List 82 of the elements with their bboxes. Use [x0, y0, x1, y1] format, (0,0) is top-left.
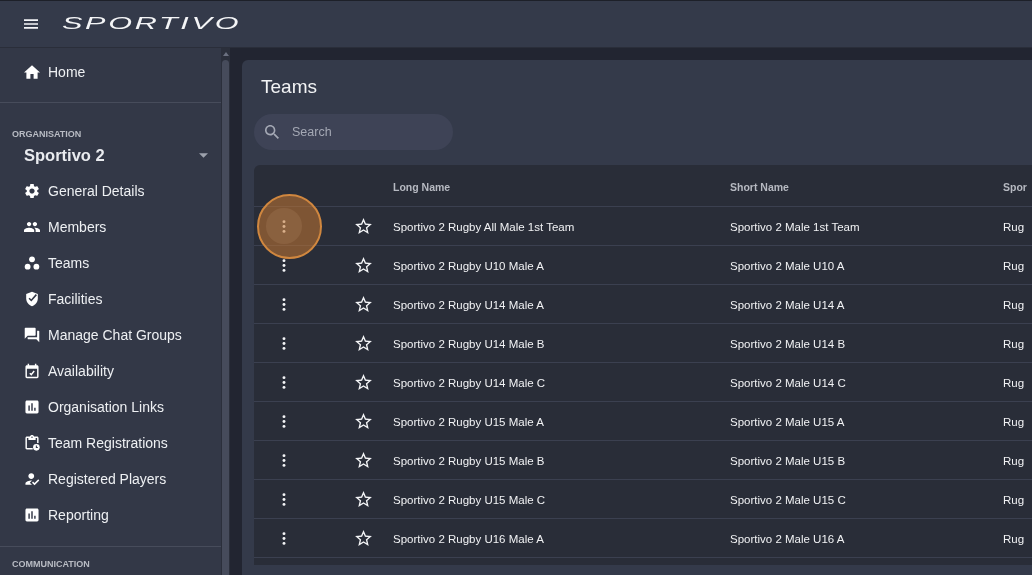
sidebar-item[interactable]: Members: [0, 209, 221, 245]
page-title: Teams: [261, 76, 317, 98]
star-icon[interactable]: [355, 374, 372, 390]
table-cell: Rug: [1003, 260, 1025, 272]
sidebar-item[interactable]: General Details: [0, 173, 221, 209]
gear-icon: [24, 183, 40, 199]
table-cell: Sportivo 2 Male U16 A: [730, 533, 845, 545]
table-cell: Sportivo 2 Male U15 B: [730, 455, 846, 467]
sidebar-item[interactable]: Team Registrations: [0, 425, 221, 461]
scrollbar-thumb[interactable]: [222, 60, 229, 575]
table-cell: Rug: [1003, 377, 1025, 389]
vertical-dots-icon: [282, 453, 286, 467]
vertical-dots-icon: [282, 336, 286, 350]
vertical-dots-icon: [282, 375, 286, 389]
star-icon[interactable]: [355, 296, 372, 312]
shield-check-icon: [24, 291, 40, 307]
section-label: ORGANISATION: [12, 129, 82, 139]
three-circles-icon: [24, 255, 40, 271]
table-cell: Rug: [1003, 416, 1025, 428]
vertical-dots-icon: [282, 531, 286, 545]
sidebar-item[interactable]: Teams: [0, 245, 221, 281]
sidebar-item[interactable]: Availability: [0, 353, 221, 389]
organisation-dropdown[interactable]: Sportivo 2: [24, 143, 208, 167]
bar-chart-icon: [24, 399, 40, 415]
table-cell: Sportivo 2 Rugby U14 Male A: [393, 299, 544, 311]
vertical-dots-icon: [282, 414, 286, 428]
person-check-icon: [24, 471, 40, 487]
calendar-check-icon: [24, 363, 40, 379]
star-icon[interactable]: [355, 257, 372, 273]
table-cell: Rug: [1003, 455, 1025, 467]
column-header[interactable]: Short Name: [730, 180, 789, 193]
sidebar-scrollbar[interactable]: [221, 48, 230, 575]
table-cell: Sportivo 2 Male U14 A: [730, 299, 845, 311]
vertical-dots-icon: [282, 492, 286, 506]
search-icon: [265, 125, 279, 139]
table-cell: Sportivo 2 Rugby U14 Male C: [393, 377, 546, 389]
home-icon: [24, 64, 40, 80]
table-cell: Sportivo 2 Rugby All Male 1st Team: [393, 221, 575, 233]
star-icon[interactable]: [355, 530, 372, 546]
sidebar-item[interactable]: Manage Chat Groups: [0, 317, 221, 353]
vertical-dots-icon: [282, 258, 286, 272]
vertical-dots-icon: [282, 219, 286, 233]
table-cell: Rug: [1003, 494, 1025, 506]
star-icon[interactable]: [355, 218, 372, 234]
vertical-dots-icon: [282, 297, 286, 311]
table-cell: Sportivo 2 Rugby U10 Male A: [393, 260, 544, 272]
clipboard-clock-icon: [24, 435, 40, 451]
column-header[interactable]: Long Name: [393, 180, 451, 193]
table-cell: Sportivo 2 Male U15 A: [730, 416, 845, 428]
bar-chart-icon: [24, 507, 40, 523]
section-label: COMMUNICATION: [12, 559, 90, 569]
sidebar-item[interactable]: Reporting: [0, 497, 221, 533]
logo: SPORTIVO: [62, 15, 242, 33]
search-field[interactable]: Search: [254, 114, 453, 150]
chat-bubbles-icon: [24, 327, 40, 343]
star-icon[interactable]: [355, 452, 372, 468]
star-icon[interactable]: [355, 491, 372, 507]
table-cell: Sportivo 2 Rugby U15 Male C: [393, 494, 546, 506]
table-cell: Rug: [1003, 338, 1025, 350]
table-cell: Sportivo 2 Rugby U15 Male B: [393, 455, 545, 467]
table-cell: Sportivo 2 Male U15 C: [730, 494, 846, 506]
sidebar-item[interactable]: Facilities: [0, 281, 221, 317]
column-header[interactable]: Spor: [1003, 180, 1027, 193]
star-icon[interactable]: [355, 335, 372, 351]
star-icon[interactable]: [355, 413, 372, 429]
table-cell: Sportivo 2 Male U14 C: [730, 377, 846, 389]
sidebar-item[interactable]: Home: [0, 54, 221, 90]
table-cell: Rug: [1003, 299, 1025, 311]
table-cell: Sportivo 2 Male U14 B: [730, 338, 846, 350]
table-cell: Sportivo 2 Male U10 A: [730, 260, 845, 272]
table-cell: Sportivo 2 Rugby U15 Male A: [393, 416, 544, 428]
table-cell: Sportivo 2 Rugby U16 Male A: [393, 533, 544, 545]
sidebar-item[interactable]: Registered Players: [0, 461, 221, 497]
dropdown-caret-icon: [199, 152, 208, 158]
scroll-up-arrow-icon[interactable]: [222, 52, 229, 56]
table-cell: Sportivo 2 Rugby U14 Male B: [393, 338, 545, 350]
people-icon: [24, 219, 40, 235]
table-cell: Rug: [1003, 221, 1025, 233]
menu-icon: [24, 19, 38, 29]
sidebar-item[interactable]: Organisation Links: [0, 389, 221, 425]
table-cell: Rug: [1003, 533, 1025, 545]
table-cell: Sportivo 2 Male 1st Team: [730, 221, 860, 233]
